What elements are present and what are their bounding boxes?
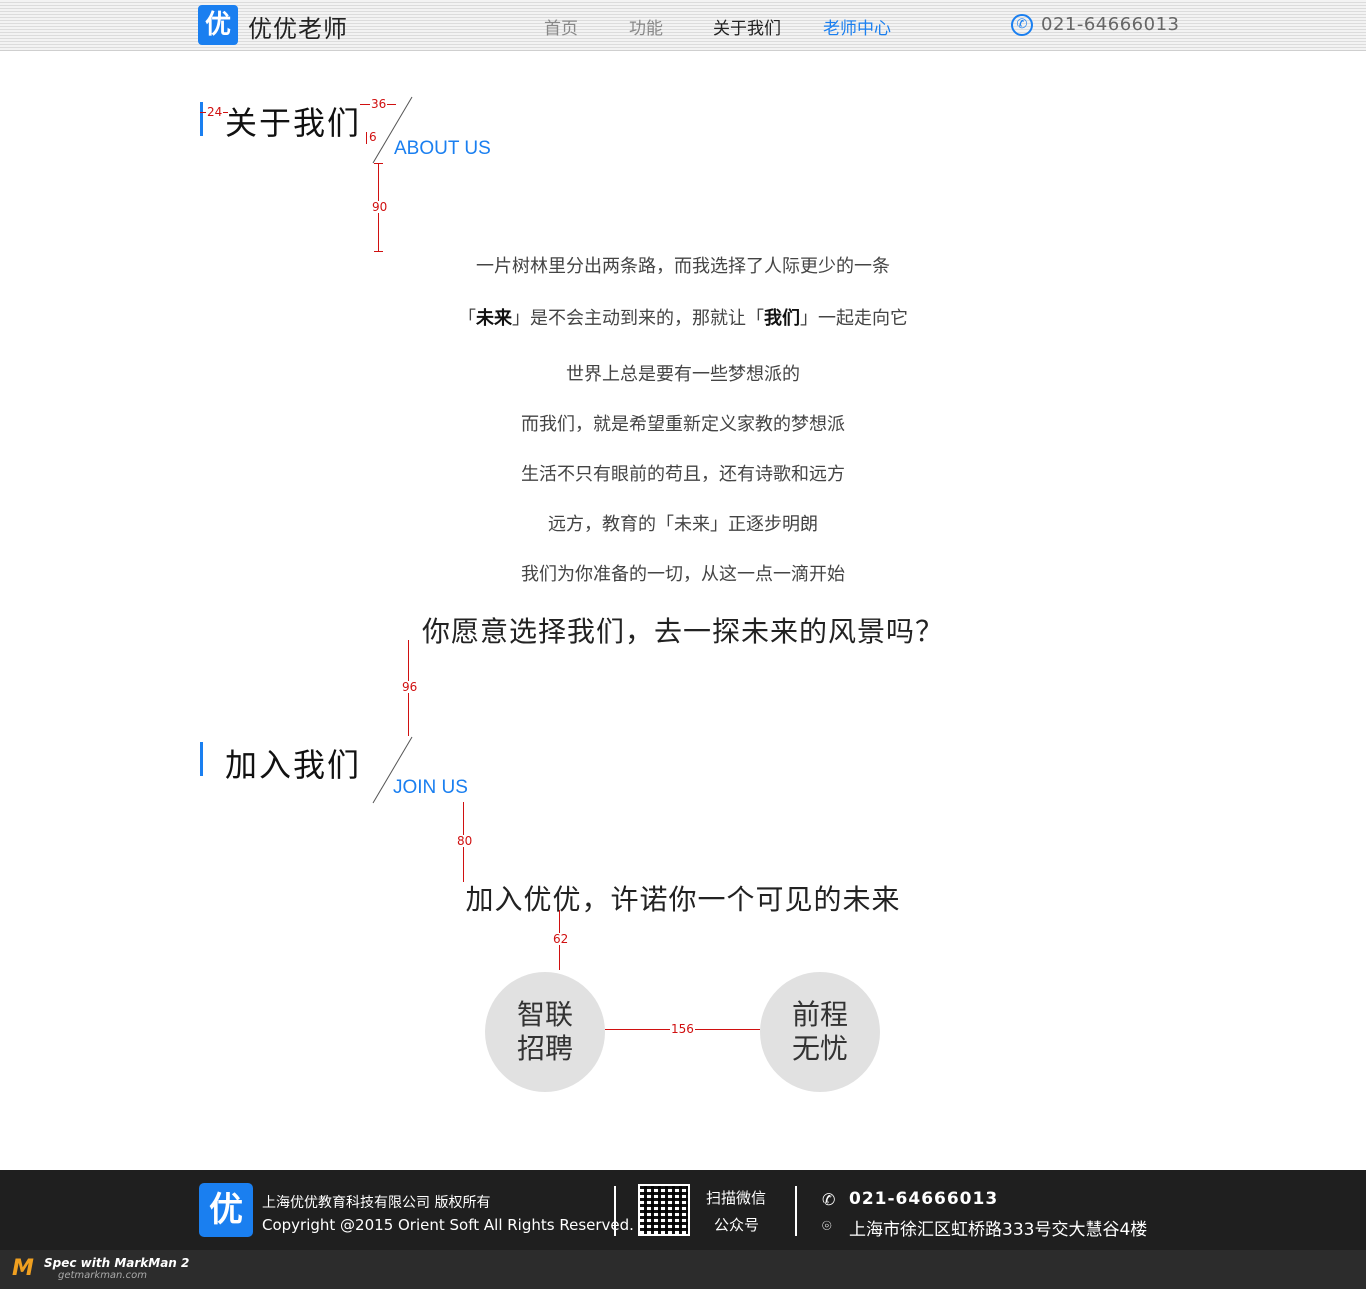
footer-address: 上海市徐汇区虹桥路333号交大慧谷4楼 bbox=[849, 1220, 1148, 1240]
location-pin-icon: ⌾ bbox=[822, 1216, 832, 1235]
footer-divider bbox=[614, 1186, 616, 1236]
circle-label-line2: 招聘 bbox=[516, 1032, 573, 1065]
footer-logo-icon: 优 bbox=[199, 1183, 253, 1237]
logo-icon[interactable]: 优 bbox=[198, 5, 238, 45]
measure-tick bbox=[374, 163, 383, 164]
about-line-4: 而我们，就是希望重新定义家教的梦想派 bbox=[521, 414, 845, 435]
measure-80: 80 bbox=[456, 834, 474, 848]
about-line-3: 世界上总是要有一些梦想派的 bbox=[566, 364, 800, 385]
text-part: 「 bbox=[458, 308, 476, 329]
header-phone: 021-64666013 bbox=[1041, 14, 1180, 35]
measure-36: 36 bbox=[370, 97, 388, 111]
about-line-1: 一片树林里分出两条路，而我选择了人际更少的一条 bbox=[476, 256, 890, 277]
measure-156: 156 bbox=[670, 1022, 695, 1036]
measure-6: 6 bbox=[368, 130, 378, 144]
top-header: 优 优优老师 首页 功能 关于我们 老师中心 ✆ 021-64666013 bbox=[0, 0, 1366, 51]
text-part: 」一起走向它 bbox=[800, 308, 908, 329]
nav-features[interactable]: 功能 bbox=[629, 14, 663, 39]
about-subtitle: ABOUT US bbox=[394, 138, 491, 159]
join-title-bar bbox=[200, 742, 203, 776]
nav-teacher-center[interactable]: 老师中心 bbox=[823, 14, 891, 39]
markman-logo-icon: M bbox=[12, 1256, 34, 1281]
about-title-bar bbox=[200, 102, 203, 136]
measure-line-6 bbox=[366, 132, 367, 144]
text-bold-us: 我们 bbox=[764, 308, 800, 329]
about-line-6: 远方，教育的「未来」正逐步明朗 bbox=[548, 514, 818, 535]
measure-24: 24 bbox=[206, 105, 224, 119]
circle-label-line1: 前程 bbox=[791, 998, 848, 1031]
brand-name[interactable]: 优优老师 bbox=[248, 9, 348, 44]
qr-code-icon bbox=[638, 1184, 690, 1236]
markman-bar: M Spec with MarkMan 2 getmarkman.com bbox=[0, 1250, 1366, 1289]
zhilian-recruit-button[interactable]: 智联 招聘 bbox=[485, 972, 605, 1092]
footer-company: 上海优优教育科技有限公司 版权所有 bbox=[262, 1195, 491, 1211]
circle-label-line2: 无忧 bbox=[791, 1032, 848, 1065]
footer-copyright: Copyright @2015 Orient Soft All Rights R… bbox=[262, 1216, 634, 1234]
markman-title: Spec with MarkMan 2 bbox=[44, 1256, 190, 1270]
measure-90: 90 bbox=[371, 200, 389, 214]
about-line-5: 生活不只有眼前的苟且，还有诗歌和远方 bbox=[521, 464, 845, 485]
qr-label-2: 公众号 bbox=[714, 1216, 760, 1234]
footer-divider bbox=[795, 1186, 797, 1236]
about-line-7: 我们为你准备的一切，从这一点一滴开始 bbox=[521, 564, 845, 585]
footer-phone: 021-64666013 bbox=[849, 1189, 999, 1209]
nav-home[interactable]: 首页 bbox=[544, 14, 578, 39]
footer-phone-icon: ✆ bbox=[822, 1190, 836, 1209]
about-line-2: 「未来」是不会主动到来的，那就让「我们」一起走向它 bbox=[383, 304, 983, 330]
join-title: 加入我们 bbox=[225, 746, 362, 784]
nav-about[interactable]: 关于我们 bbox=[713, 14, 781, 39]
about-question: 你愿意选择我们，去一探未来的风景吗？ bbox=[421, 615, 944, 648]
join-subtitle: JOIN US bbox=[393, 777, 468, 798]
circle-label-line1: 智联 bbox=[516, 998, 573, 1031]
join-slogan: 加入优优，许诺你一个可见的未来 bbox=[465, 883, 901, 916]
footer: 优 上海优优教育科技有限公司 版权所有 Copyright @2015 Orie… bbox=[0, 1170, 1366, 1250]
51job-button[interactable]: 前程 无忧 bbox=[760, 972, 880, 1092]
text-bold-future: 未来 bbox=[476, 308, 512, 329]
markman-site[interactable]: getmarkman.com bbox=[58, 1270, 147, 1281]
measure-96: 96 bbox=[401, 680, 419, 694]
measure-62: 62 bbox=[552, 932, 570, 946]
phone-icon: ✆ bbox=[1011, 14, 1033, 36]
measure-tick bbox=[374, 251, 383, 252]
text-part: 」是不会主动到来的，那就让「 bbox=[512, 308, 764, 329]
qr-label-1: 扫描微信 bbox=[706, 1189, 767, 1207]
about-title: 关于我们 bbox=[225, 104, 362, 142]
